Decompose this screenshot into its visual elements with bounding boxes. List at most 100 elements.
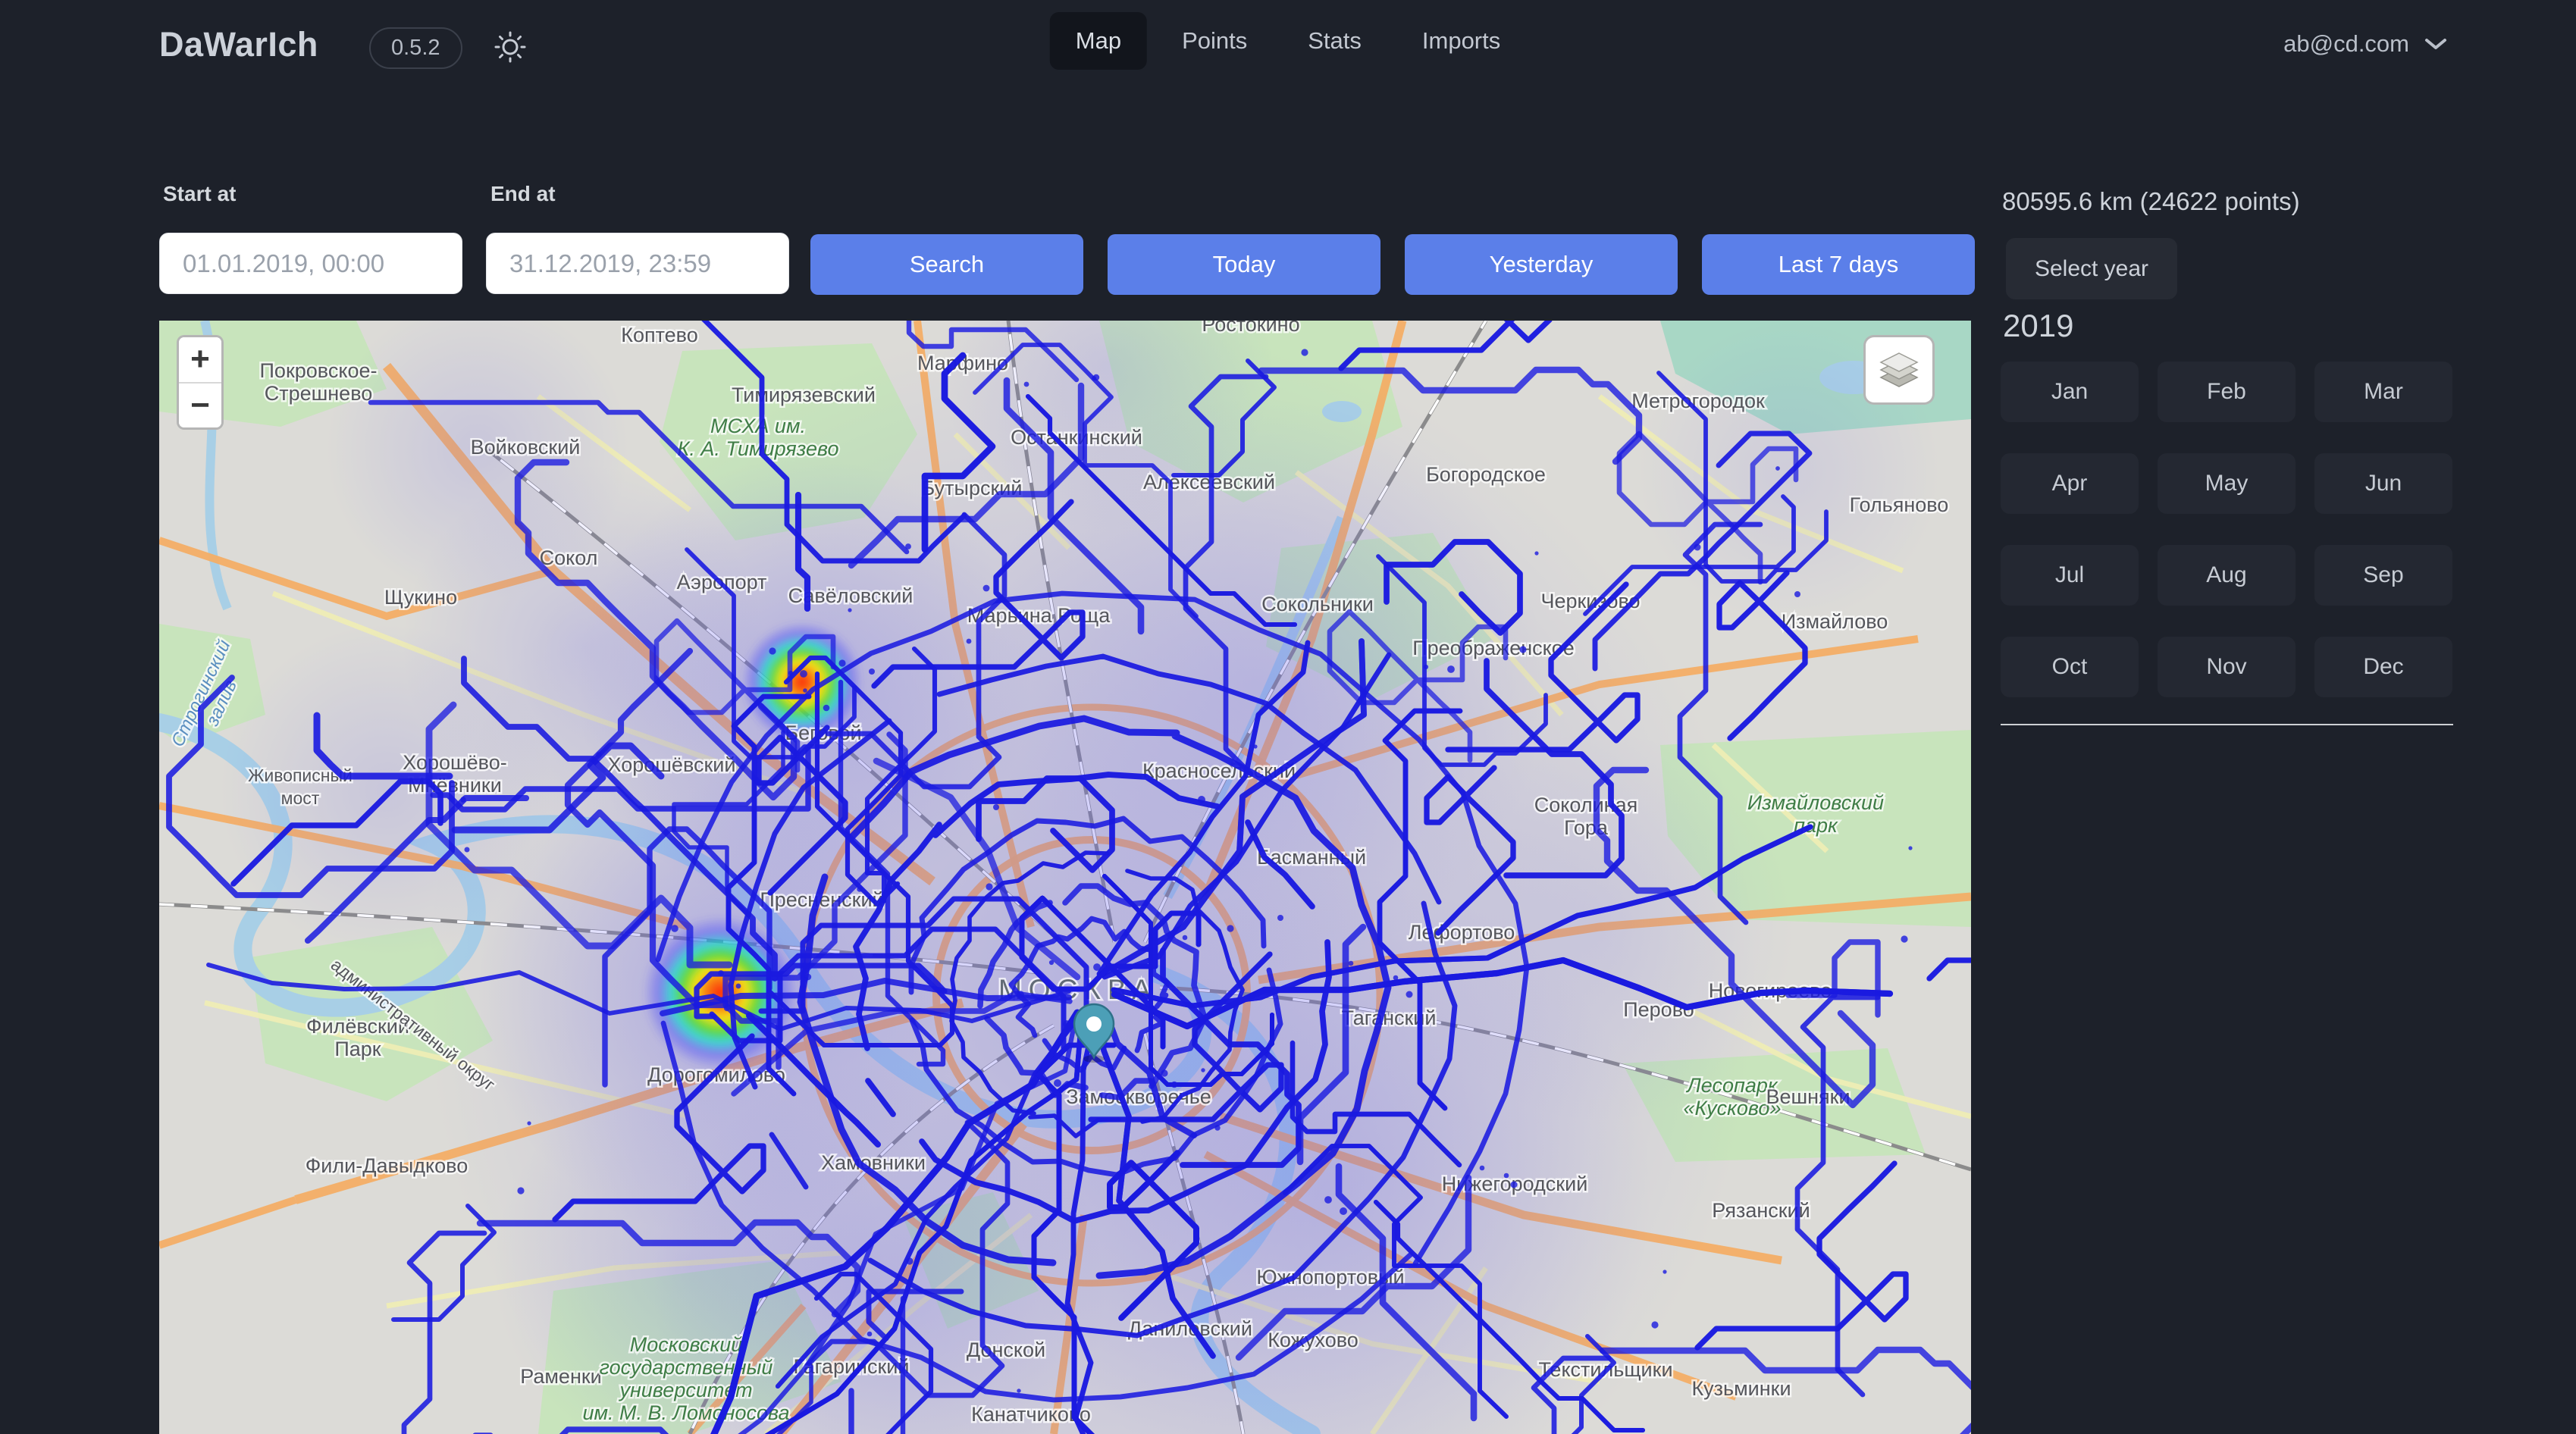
gps-point xyxy=(1017,991,1024,998)
theme-toggle-button[interactable] xyxy=(489,26,531,68)
chevron-down-icon xyxy=(2424,37,2447,51)
account-email: ab@cd.com xyxy=(2283,30,2409,58)
map-label: Преображенское xyxy=(1412,637,1575,659)
zoom-in-button[interactable]: + xyxy=(179,337,221,382)
gps-point xyxy=(460,797,465,802)
gps-point xyxy=(1406,991,1413,998)
gps-point xyxy=(1393,975,1399,981)
map-label: Коптево xyxy=(621,324,698,346)
month-button-feb[interactable]: Feb xyxy=(2158,362,2296,422)
gps-point xyxy=(838,659,845,666)
gps-point xyxy=(823,705,830,712)
gps-point xyxy=(1024,382,1029,387)
gps-point xyxy=(1017,1389,1020,1392)
month-grid: Jan Feb Mar Apr May Jun Jul Aug Sep Oct Nov Dec xyxy=(2001,362,2452,697)
month-button-aug[interactable]: Aug xyxy=(2158,545,2296,606)
gps-point xyxy=(1901,935,1907,942)
month-button-jan[interactable]: Jan xyxy=(2001,362,2139,422)
gps-point xyxy=(465,847,470,853)
map-label: Покровское-Стрешнево xyxy=(260,359,378,405)
map-label: Войковский xyxy=(471,436,581,459)
gps-point xyxy=(1227,925,1233,931)
gps-point xyxy=(788,671,793,675)
gps-point xyxy=(1324,1196,1332,1204)
gps-point xyxy=(803,688,807,693)
gps-point xyxy=(769,647,776,654)
sidebar-divider xyxy=(2001,724,2453,725)
map-label: Кузьминки xyxy=(1691,1377,1791,1400)
sun-icon xyxy=(493,30,528,64)
map-label: Ростокино xyxy=(1202,321,1299,336)
map-label: Лефортово xyxy=(1409,921,1515,944)
gps-point xyxy=(736,984,741,989)
gps-point xyxy=(1054,1079,1061,1087)
account-menu[interactable]: ab@cd.com xyxy=(2283,30,2447,58)
month-button-sep[interactable]: Sep xyxy=(2314,545,2452,606)
gps-point xyxy=(718,970,724,976)
year-heading: 2019 xyxy=(2003,308,2073,344)
map-label: Гольяново xyxy=(1850,493,1949,516)
zoom-out-button[interactable]: − xyxy=(179,382,221,428)
gps-point xyxy=(804,977,808,982)
main-nav-tabs: MapPointsStatsImports xyxy=(1050,12,1527,70)
map-label: Измайлово xyxy=(1782,610,1888,633)
tab-map[interactable]: Map xyxy=(1050,12,1147,70)
zoom-control: + − xyxy=(177,335,224,430)
month-button-oct[interactable]: Oct xyxy=(2001,637,2139,697)
gps-point xyxy=(1480,1166,1485,1171)
gps-point xyxy=(724,1005,730,1011)
start-at-label: Start at xyxy=(163,182,236,206)
layers-control[interactable] xyxy=(1863,335,1935,405)
end-at-label: End at xyxy=(490,182,556,206)
month-button-dec[interactable]: Dec xyxy=(2314,637,2452,697)
last-7-days-button[interactable]: Last 7 days xyxy=(1702,234,1975,295)
gps-point xyxy=(1340,1207,1347,1215)
yesterday-button[interactable]: Yesterday xyxy=(1405,234,1678,295)
top-navbar: DaWarIch 0.5.2 MapPointsStatsImports ab@… xyxy=(0,0,2576,99)
gps-point xyxy=(1424,665,1428,669)
map-label: Марьина Роща xyxy=(967,604,1111,627)
month-button-apr[interactable]: Apr xyxy=(2001,453,2139,514)
tab-points[interactable]: Points xyxy=(1156,12,1273,70)
gps-point xyxy=(517,1187,524,1194)
gps-point xyxy=(1277,915,1283,921)
gps-point xyxy=(1651,1321,1658,1328)
gps-point xyxy=(596,752,601,757)
gps-point xyxy=(800,670,807,678)
gps-point xyxy=(967,639,972,644)
tab-stats[interactable]: Stats xyxy=(1282,12,1387,70)
select-year-button[interactable]: Select year xyxy=(2006,238,2177,299)
gps-point xyxy=(527,1121,531,1125)
tab-imports[interactable]: Imports xyxy=(1396,12,1526,70)
gps-point xyxy=(1775,466,1780,471)
gps-point xyxy=(1198,796,1205,803)
gps-point xyxy=(1253,744,1257,748)
gps-point xyxy=(1519,646,1526,653)
gps-point xyxy=(1694,544,1701,551)
map-canvas[interactable]: Покровское-СтрешневоКоптевоВойковскийТим… xyxy=(159,321,1971,1434)
today-button[interactable]: Today xyxy=(1108,234,1380,295)
gps-point xyxy=(1662,1270,1666,1273)
map-label: Щукино xyxy=(384,586,457,609)
gps-point xyxy=(1049,960,1054,965)
gps-point xyxy=(983,585,990,592)
start-at-input[interactable] xyxy=(159,233,462,294)
gps-point xyxy=(1201,1068,1205,1072)
gps-point xyxy=(1214,1125,1220,1130)
distance-stats: 80595.6 km (24622 points) xyxy=(2002,187,2300,216)
gps-point xyxy=(906,1257,913,1264)
map-label: Фили-Давыдково xyxy=(306,1154,468,1177)
month-button-may[interactable]: May xyxy=(2158,453,2296,514)
map-label: Сокол xyxy=(540,546,598,569)
gps-point xyxy=(867,1332,873,1337)
month-button-jul[interactable]: Jul xyxy=(2001,545,2139,606)
gps-point xyxy=(905,543,911,549)
search-button[interactable]: Search xyxy=(810,234,1083,295)
map-tiles: Покровское-СтрешневоКоптевоВойковскийТим… xyxy=(159,321,1971,1434)
month-button-jun[interactable]: Jun xyxy=(2314,453,2452,514)
gps-point xyxy=(1161,1069,1167,1076)
month-button-mar[interactable]: Mar xyxy=(2314,362,2452,422)
month-button-nov[interactable]: Nov xyxy=(2158,637,2296,697)
end-at-input[interactable] xyxy=(486,233,789,294)
version-badge: 0.5.2 xyxy=(369,27,462,69)
